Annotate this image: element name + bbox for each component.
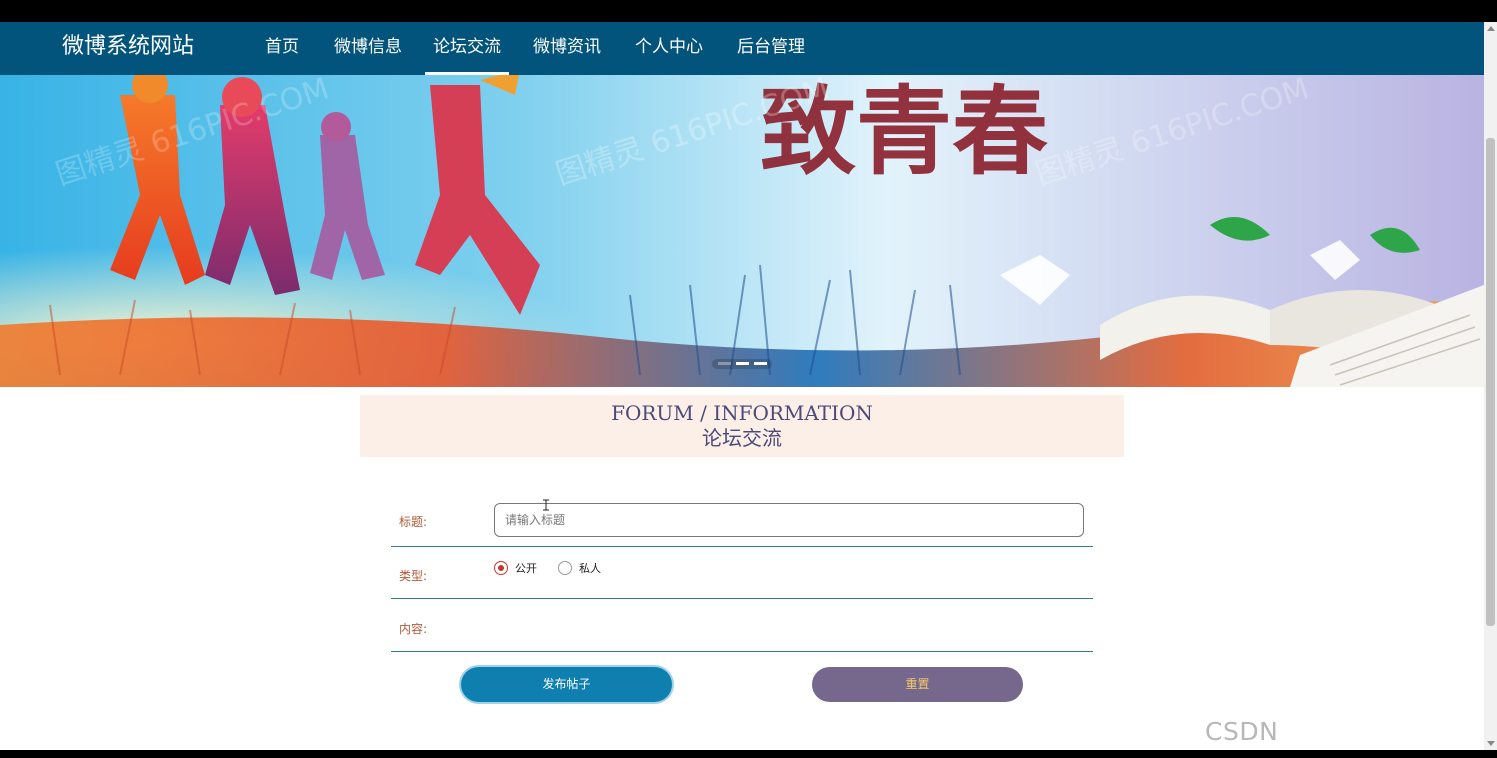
submit-post-button[interactable]: 发布帖子 bbox=[461, 667, 672, 702]
section-title-cn: 论坛交流 bbox=[702, 426, 782, 450]
nav-item-admin[interactable]: 后台管理 bbox=[729, 22, 813, 75]
nav-item-home[interactable]: 首页 bbox=[257, 22, 307, 75]
carousel-dot-2[interactable] bbox=[736, 362, 749, 365]
browser-viewport: 微博系统网站 首页 微博信息 论坛交流 微博资讯 个人中心 后台管理 致青春 图… bbox=[0, 22, 1484, 750]
radio-public-circle[interactable] bbox=[494, 561, 508, 575]
section-title-box: FORUM / INFORMATION 论坛交流 bbox=[360, 395, 1124, 457]
section-title-en: FORUM / INFORMATION bbox=[611, 401, 873, 425]
radio-public-label: 公开 bbox=[515, 562, 537, 575]
form-row-title: 标题: bbox=[391, 494, 1093, 547]
nav-item-weibo-news[interactable]: 微博资讯 bbox=[525, 22, 609, 75]
nav-item-user-center[interactable]: 个人中心 bbox=[627, 22, 711, 75]
title-label: 标题: bbox=[399, 515, 428, 529]
content-label: 内容: bbox=[399, 622, 428, 636]
nav-item-weibo-info[interactable]: 微博信息 bbox=[326, 22, 410, 75]
type-label: 类型: bbox=[399, 569, 428, 583]
title-input[interactable] bbox=[494, 503, 1084, 537]
scroll-thumb[interactable] bbox=[1486, 138, 1495, 626]
radio-private-label: 私人 bbox=[579, 562, 601, 575]
carousel-dot-3[interactable] bbox=[754, 362, 767, 365]
banner-carousel[interactable]: 致青春 图精灵 616PIC.COM 图精灵 616PIC.COM 图精灵 61… bbox=[0, 75, 1484, 387]
radio-private[interactable]: 私人 bbox=[558, 560, 601, 576]
text-cursor-icon bbox=[543, 499, 549, 511]
radio-public[interactable]: 公开 bbox=[494, 560, 537, 576]
scroll-up-arrow-icon[interactable] bbox=[1487, 26, 1495, 31]
csdn-watermark: CSDN @qq183535392 bbox=[1205, 717, 1410, 750]
form-row-type: 类型: 公开 私人 bbox=[391, 547, 1093, 599]
scroll-down-arrow-icon[interactable] bbox=[1487, 741, 1495, 746]
reset-button[interactable]: 重置 bbox=[812, 667, 1023, 702]
form-row-content: 内容: bbox=[391, 599, 1093, 652]
nav-item-forum[interactable]: 论坛交流 bbox=[425, 22, 509, 75]
vertical-scrollbar[interactable] bbox=[1484, 22, 1497, 750]
carousel-indicators bbox=[712, 359, 772, 369]
banner-image: 致青春 图精灵 616PIC.COM 图精灵 616PIC.COM 图精灵 61… bbox=[0, 75, 1484, 387]
top-navbar: 微博系统网站 首页 微博信息 论坛交流 微博资讯 个人中心 后台管理 bbox=[0, 22, 1484, 75]
carousel-dot-1[interactable] bbox=[718, 362, 731, 365]
site-brand[interactable]: 微博系统网站 bbox=[62, 33, 194, 61]
radio-private-circle[interactable] bbox=[558, 561, 572, 575]
